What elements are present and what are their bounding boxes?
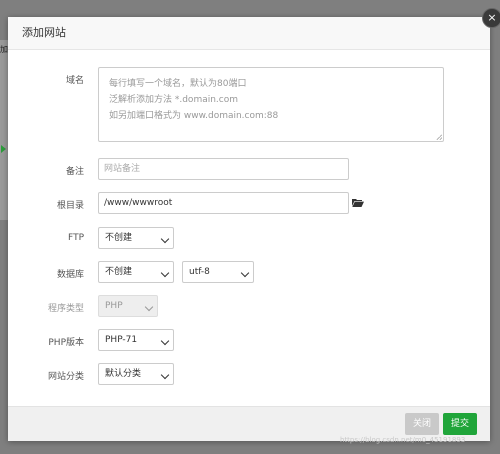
php-version-select[interactable]: PHP-71 bbox=[98, 329, 174, 351]
close-icon[interactable]: × bbox=[482, 8, 500, 28]
category-value: 默认分类 bbox=[105, 369, 142, 379]
chevron-down-icon bbox=[240, 268, 250, 278]
remark-label: 备注 bbox=[65, 167, 84, 177]
chevron-down-icon bbox=[160, 336, 170, 346]
close-button[interactable]: 关闭 bbox=[405, 413, 440, 435]
program-type-value: PHP bbox=[105, 301, 123, 311]
category-label: 网站分类 bbox=[47, 372, 84, 382]
php-version-value: PHP-71 bbox=[105, 335, 138, 345]
ftp-label: FTP bbox=[68, 233, 84, 243]
domain-placeholder-line: 泛解析添加方法 *.domain.com bbox=[109, 95, 239, 105]
background-page bbox=[0, 40, 8, 220]
ftp-select-value: 不创建 bbox=[105, 233, 133, 243]
root-label: 根目录 bbox=[56, 201, 84, 211]
background-play-icon bbox=[1, 145, 6, 153]
database-label: 数据库 bbox=[56, 270, 84, 280]
program-type-label: 程序类型 bbox=[47, 304, 84, 314]
remark-input[interactable]: 网站备注 bbox=[98, 158, 349, 180]
charset-select[interactable]: utf-8 bbox=[182, 261, 254, 283]
domain-placeholder-line: 如另加端口格式为 www.domain.com:88 bbox=[109, 111, 279, 121]
database-select-value: 不创建 bbox=[105, 267, 133, 277]
chevron-down-icon bbox=[160, 370, 170, 380]
chevron-down-icon bbox=[144, 302, 154, 312]
root-path-input[interactable]: /www/wwwroot bbox=[98, 192, 349, 214]
database-select[interactable]: 不创建 bbox=[98, 261, 174, 283]
watermark: https://blog.csdn.net/m0_45191893 bbox=[340, 436, 466, 444]
domain-placeholder-line: 每行填写一个域名，默认为80端口 bbox=[109, 79, 247, 89]
php-version-label: PHP版本 bbox=[48, 338, 84, 348]
resize-grip-icon[interactable] bbox=[436, 134, 442, 140]
dialog-title: 添加网站 bbox=[8, 17, 490, 50]
program-type-select: PHP bbox=[98, 295, 158, 317]
domain-label: 域名 bbox=[65, 76, 84, 86]
ftp-select[interactable]: 不创建 bbox=[98, 227, 174, 249]
folder-open-icon[interactable] bbox=[352, 198, 364, 207]
charset-select-value: utf-8 bbox=[189, 267, 210, 277]
domain-textarea[interactable]: 每行填写一个域名，默认为80端口 泛解析添加方法 *.domain.com 如另… bbox=[98, 67, 444, 142]
background-text-fragment: 加 bbox=[0, 45, 8, 54]
category-select[interactable]: 默认分类 bbox=[98, 363, 174, 385]
chevron-down-icon bbox=[160, 234, 170, 244]
submit-button[interactable]: 提交 bbox=[443, 413, 478, 435]
chevron-down-icon bbox=[160, 268, 170, 278]
add-site-dialog: 添加网站 × 域名 每行填写一个域名，默认为80端口 泛解析添加方法 *.dom… bbox=[8, 8, 500, 441]
